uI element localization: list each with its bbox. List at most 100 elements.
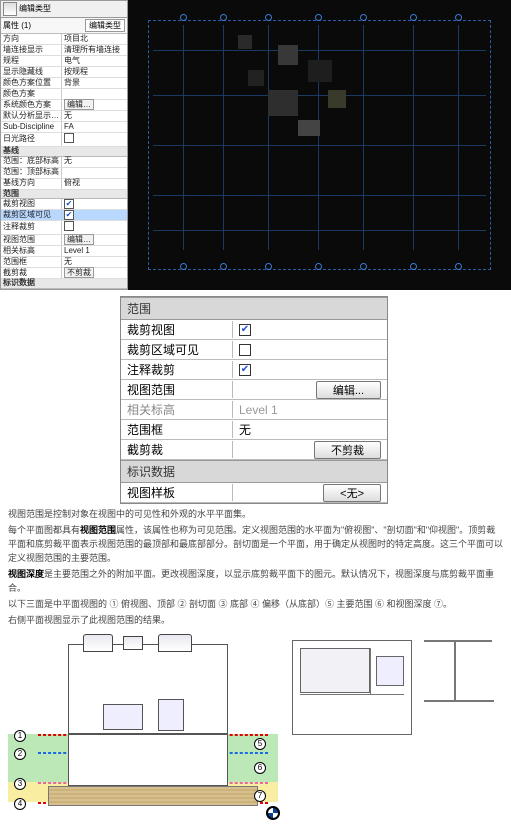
mid-key: 视图样板 [121, 484, 233, 501]
value-button[interactable]: 编辑... [316, 381, 381, 399]
mid-value[interactable] [233, 324, 387, 336]
prop-value[interactable]: FA [62, 123, 127, 132]
checkbox[interactable] [239, 364, 251, 376]
prop-row[interactable]: 显示隐藏线按规程 [1, 67, 127, 78]
checkbox[interactable] [64, 210, 74, 220]
mid-key: 注释裁剪 [121, 361, 233, 378]
instance-dropdown[interactable] [3, 21, 58, 30]
value-button[interactable]: 不剪裁 [64, 267, 94, 278]
prop-value[interactable] [62, 221, 127, 234]
prop-key: 注释裁剪 [1, 223, 61, 232]
mid-row[interactable]: 截剪裁不剪裁 [121, 440, 387, 460]
prop-row[interactable]: 裁剪视图 [1, 199, 127, 210]
prop-value[interactable] [62, 199, 127, 209]
mid-row[interactable]: 裁剪区域可见 [121, 340, 387, 360]
prop-row[interactable]: 默认分析显示…无 [1, 111, 127, 122]
grid-bubble [265, 263, 272, 270]
mid-key: 相关标高 [121, 401, 233, 418]
mid-value[interactable]: 无 [233, 421, 387, 438]
checkbox[interactable] [64, 221, 74, 231]
prop-row[interactable]: 裁剪区域可见 [1, 210, 127, 221]
value-button[interactable]: <无> [323, 484, 381, 502]
floor-plan-canvas[interactable] [128, 0, 511, 290]
checkbox[interactable] [239, 324, 251, 336]
mid-value[interactable]: 不剪裁 [233, 441, 387, 459]
callout-dot: 3 [14, 778, 26, 790]
prop-row[interactable]: 日光路径 [1, 133, 127, 147]
mid-value[interactable]: <无> [233, 484, 387, 502]
mid-row[interactable]: 裁剪视图 [121, 320, 387, 340]
mid-row[interactable]: 视图样板 <无> [121, 483, 387, 503]
prop-value[interactable]: 不剪裁 [62, 269, 127, 278]
grid-bubble [220, 14, 227, 21]
instance-row[interactable]: 编辑类型 [1, 18, 127, 34]
grid-bubble [410, 14, 417, 21]
prop-value[interactable]: 无 [62, 258, 127, 267]
callout-dot: 6 [254, 762, 266, 774]
prop-value[interactable] [62, 210, 127, 220]
value-button[interactable]: 不剪裁 [314, 441, 381, 459]
plan-result-figure [284, 634, 499, 824]
description-text: 视图范围是控制对象在视图中的可见性和外观的水平平面集。 每个平面图都具有视图范围… [8, 508, 503, 628]
mid-value[interactable]: 编辑... [233, 381, 387, 399]
mid-key: 范围框 [121, 421, 233, 438]
prop-value[interactable]: 编辑… [62, 236, 127, 245]
prop-value[interactable]: 背景 [62, 79, 127, 88]
prop-value[interactable]: 无 [62, 157, 127, 166]
prop-value[interactable]: 按规程 [62, 68, 127, 77]
grid-bubble [410, 263, 417, 270]
prop-value[interactable]: 无 [62, 112, 127, 121]
prop-key: 颜色方案位置 [1, 79, 61, 88]
prop-row[interactable]: 系统颜色方案编辑… [1, 100, 127, 111]
prop-row[interactable]: 范围：顶部标高 [1, 168, 127, 179]
edit-type-button[interactable]: 编辑类型 [85, 19, 125, 32]
callout-dot: 2 [14, 748, 26, 760]
grid-bubble [265, 14, 272, 21]
mid-row[interactable]: 视图范围编辑... [121, 380, 387, 400]
desc-line: 以下三面是中平面视图的 ① 俯视图、顶部 ② 剖切面 ③ 底部 ④ 偏移（从底部… [8, 598, 503, 612]
prop-key: 裁剪区域可见 [1, 211, 61, 220]
checkbox[interactable] [64, 199, 74, 209]
prop-value[interactable]: Level 1 [62, 247, 127, 256]
grid-bubble [360, 263, 367, 270]
prop-value[interactable]: 俯视 [62, 179, 127, 188]
prop-row[interactable]: 基线方向俯视 [1, 179, 127, 190]
mid-value[interactable] [233, 364, 387, 376]
section-elevation-figure: 1 2 3 4 5 6 7 [8, 634, 278, 824]
prop-key: 相关标高 [1, 247, 61, 256]
value-button[interactable]: 编辑… [64, 234, 94, 245]
logo-dot-icon [266, 806, 280, 820]
prop-key: 范围框 [1, 258, 61, 267]
checkbox[interactable] [239, 344, 251, 356]
prop-row[interactable]: 颜色方案位置背景 [1, 78, 127, 89]
group-header-identity: 标识数据 [121, 460, 387, 483]
callout-dot: 5 [254, 738, 266, 750]
prop-row[interactable]: 相关标高Level 1 [1, 246, 127, 257]
prop-value[interactable] [62, 133, 127, 146]
mid-row[interactable]: 相关标高 Level 1 [121, 400, 387, 420]
prop-value[interactable]: 电气 [62, 57, 127, 66]
prop-value[interactable]: 编辑… [62, 101, 127, 110]
value-button[interactable]: 编辑… [64, 99, 94, 110]
prop-row[interactable]: 方向项目北 [1, 34, 127, 45]
mid-value[interactable]: Level 1 [233, 403, 387, 417]
prop-key: 范围：顶部标高 [1, 168, 61, 177]
prop-row[interactable]: 规程电气 [1, 56, 127, 67]
prop-row[interactable]: 视图范围编辑… [1, 235, 127, 246]
prop-value[interactable]: 清理所有墙连接 [62, 46, 127, 55]
readonly-value: Level 1 [239, 403, 278, 417]
mid-value[interactable] [233, 344, 387, 356]
prop-row[interactable]: Sub-DisciplineFA [1, 122, 127, 133]
mid-row[interactable]: 范围框无 [121, 420, 387, 440]
prop-row[interactable]: 视图样板<无> [1, 289, 127, 290]
grid-bubble [315, 263, 322, 270]
prop-value[interactable]: 项目北 [62, 35, 127, 44]
mid-row[interactable]: 注释裁剪 [121, 360, 387, 380]
prop-row[interactable]: 墙连接显示清理所有墙连接 [1, 45, 127, 56]
checkbox[interactable] [64, 133, 74, 143]
prop-row[interactable]: 范围：底部标高无 [1, 157, 127, 168]
type-preview-icon [3, 2, 17, 16]
prop-key: 墙连接显示 [1, 46, 61, 55]
grid-bubble [360, 14, 367, 21]
callout-dot: 7 [254, 790, 266, 802]
